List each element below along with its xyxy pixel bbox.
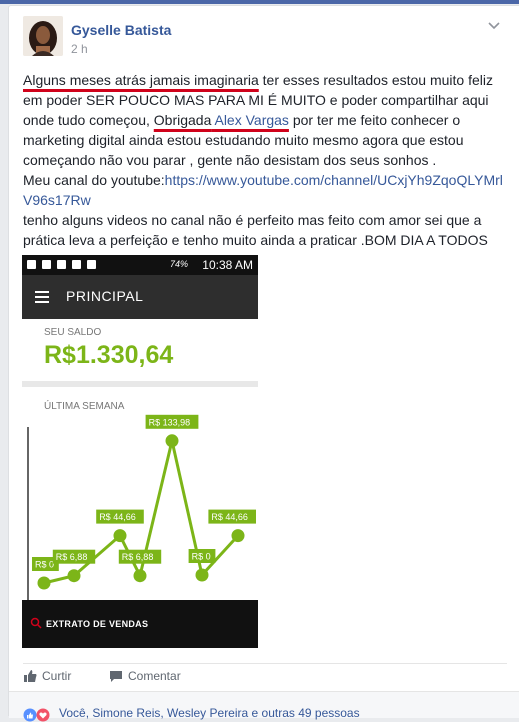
reactions-summary[interactable]: Você, Simone Reis, Wesley Pereira e outr… [59,706,360,720]
chart-data-label: R$ 6,88 [56,552,88,562]
battery-level: 74% [170,259,189,269]
post-card: Gyselle Batista 2 h Alguns meses atrás j… [8,5,519,722]
highlighted-phrase: Alguns meses atrás jamais imaginaria [23,72,259,88]
attached-screenshot[interactable]: 74% 10:38 AM PRINCIPAL SEU SALDO R$1.330… [22,255,258,648]
menu-icon [35,291,49,303]
chart-data-label: R$ 0 [192,552,211,562]
reactions-bar: Você, Simone Reis, Wesley Pereira e outr… [9,691,519,722]
highlighted-thanks: Obrigada Alex Vargas [153,112,289,128]
chart-data-label: R$ 6,88 [122,552,154,562]
chart-data-label: R$ 44,66 [99,512,136,522]
comment-icon [110,671,122,682]
app-bar: PRINCIPAL [22,275,258,319]
phone-status-bar: 74% 10:38 AM [22,255,258,275]
post-timestamp[interactable]: 2 h [71,42,88,56]
chart-point [195,568,209,582]
mention-link[interactable]: Alex Vargas [214,112,288,128]
line-chart: R$ 0R$ 6,88R$ 44,66R$ 6,88R$ 133,98R$ 0R… [27,414,256,600]
chart-data-label: R$ 0 [35,560,54,570]
search-icon [30,617,42,629]
post-text: Alguns meses atrás jamais imaginaria ter… [23,72,503,248]
chart-point [37,576,51,590]
like-button[interactable]: Curtir [23,669,71,683]
notification-icons [27,260,102,272]
thumbs-up-icon [24,670,37,682]
sales-statement-bar: EXTRATO DE VENDAS [22,600,258,648]
chart-point [231,529,245,543]
weekly-chart: ÚLTIMA SEMANA R$ 0 R$ 6,88 R$ 44,66 R$ 6,88… [22,387,258,600]
chart-point [113,529,127,543]
balance-value: R$1.330,64 [44,341,174,369]
chart-point [165,434,179,448]
balance-label: SEU SALDO [44,327,102,338]
reaction-icons[interactable] [23,708,57,722]
comment-button[interactable]: Comentar [109,669,181,683]
chevron-down-icon[interactable] [487,20,501,32]
chart-data-label: R$ 44,66 [211,512,248,522]
comment-label: Comentar [128,669,181,683]
author-name[interactable]: Gyselle Batista [71,22,171,38]
balance-panel: SEU SALDO R$1.330,64 [22,319,258,381]
chart-point [133,569,147,583]
like-label: Curtir [42,669,72,683]
app-title: PRINCIPAL [66,288,144,304]
sales-statement-label: EXTRATO DE VENDAS [46,619,149,629]
status-clock: 10:38 AM [202,258,253,272]
chart-point [67,569,81,583]
divider [23,663,507,664]
author-avatar[interactable] [23,16,63,56]
top-bar [0,0,519,4]
chart-data-label: R$ 133,98 [149,417,191,427]
